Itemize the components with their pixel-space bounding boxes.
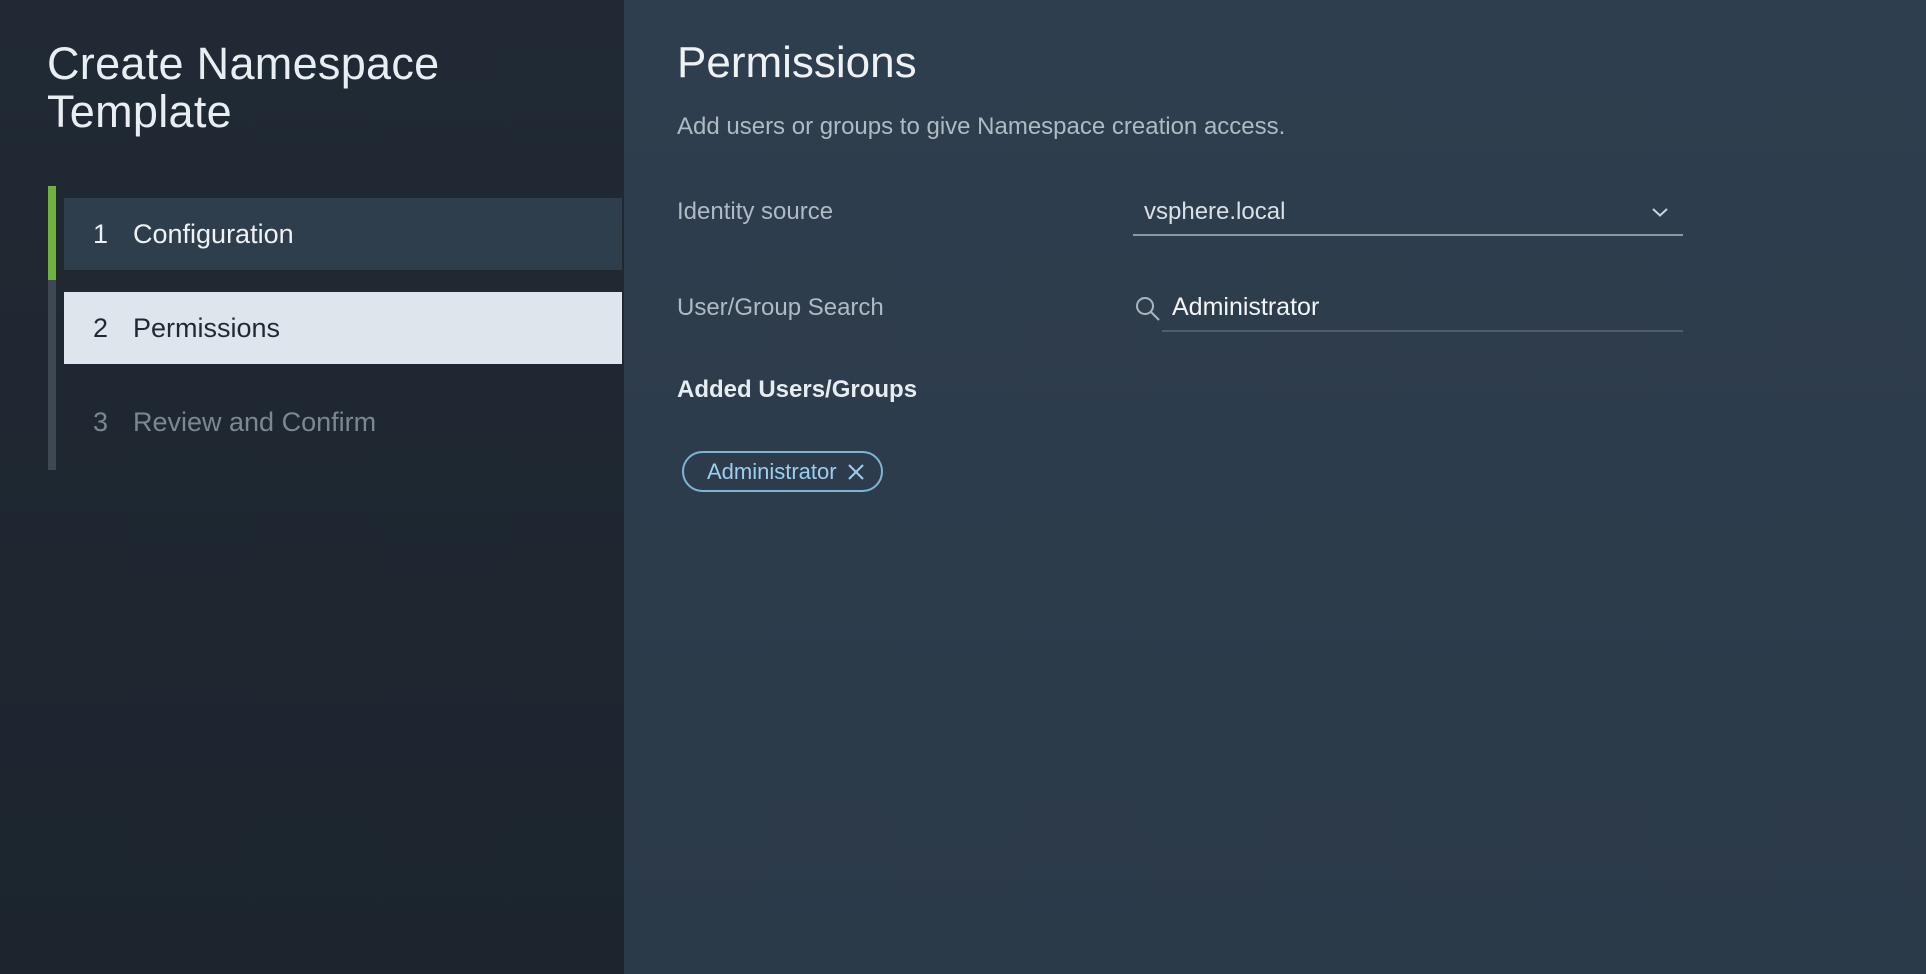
- wizard-content: Permissions Add users or groups to give …: [624, 0, 1926, 974]
- user-tag: Administrator: [682, 451, 883, 492]
- step-number: 3: [93, 406, 109, 437]
- chevron-down-icon: [1649, 201, 1671, 223]
- page-title: Permissions: [677, 38, 917, 87]
- close-icon[interactable]: [845, 461, 867, 483]
- search-icon: [1133, 294, 1163, 324]
- step-label: Review and Confirm: [133, 406, 377, 437]
- step-number: 2: [93, 312, 109, 343]
- page-subtitle: Add users or groups to give Namespace cr…: [677, 113, 1286, 140]
- step-number: 1: [93, 218, 109, 249]
- wizard-dialog: Create Namespace Template 1 Configuratio…: [0, 0, 1926, 974]
- identity-source-select[interactable]: vsphere.local: [1133, 190, 1683, 236]
- wizard-step-review-and-confirm[interactable]: 3 Review and Confirm: [64, 386, 622, 458]
- identity-source-value: vsphere.local: [1144, 198, 1286, 225]
- step-label: Permissions: [133, 312, 281, 343]
- identity-source-label: Identity source: [677, 198, 834, 225]
- user-tag-label: Administrator: [707, 458, 837, 484]
- wizard-step-permissions[interactable]: 2 Permissions: [64, 292, 622, 364]
- step-progress-completed: [48, 186, 56, 280]
- wizard-step-configuration[interactable]: 1 Configuration: [64, 198, 622, 270]
- wizard-sidebar: Create Namespace Template 1 Configuratio…: [0, 0, 624, 974]
- added-users-groups-heading: Added Users/Groups: [677, 376, 918, 403]
- user-group-search-input[interactable]: [1162, 284, 1683, 332]
- step-label: Configuration: [133, 218, 294, 249]
- wizard-title: Create Namespace Template: [47, 38, 440, 137]
- user-group-search-label: User/Group Search: [677, 294, 884, 321]
